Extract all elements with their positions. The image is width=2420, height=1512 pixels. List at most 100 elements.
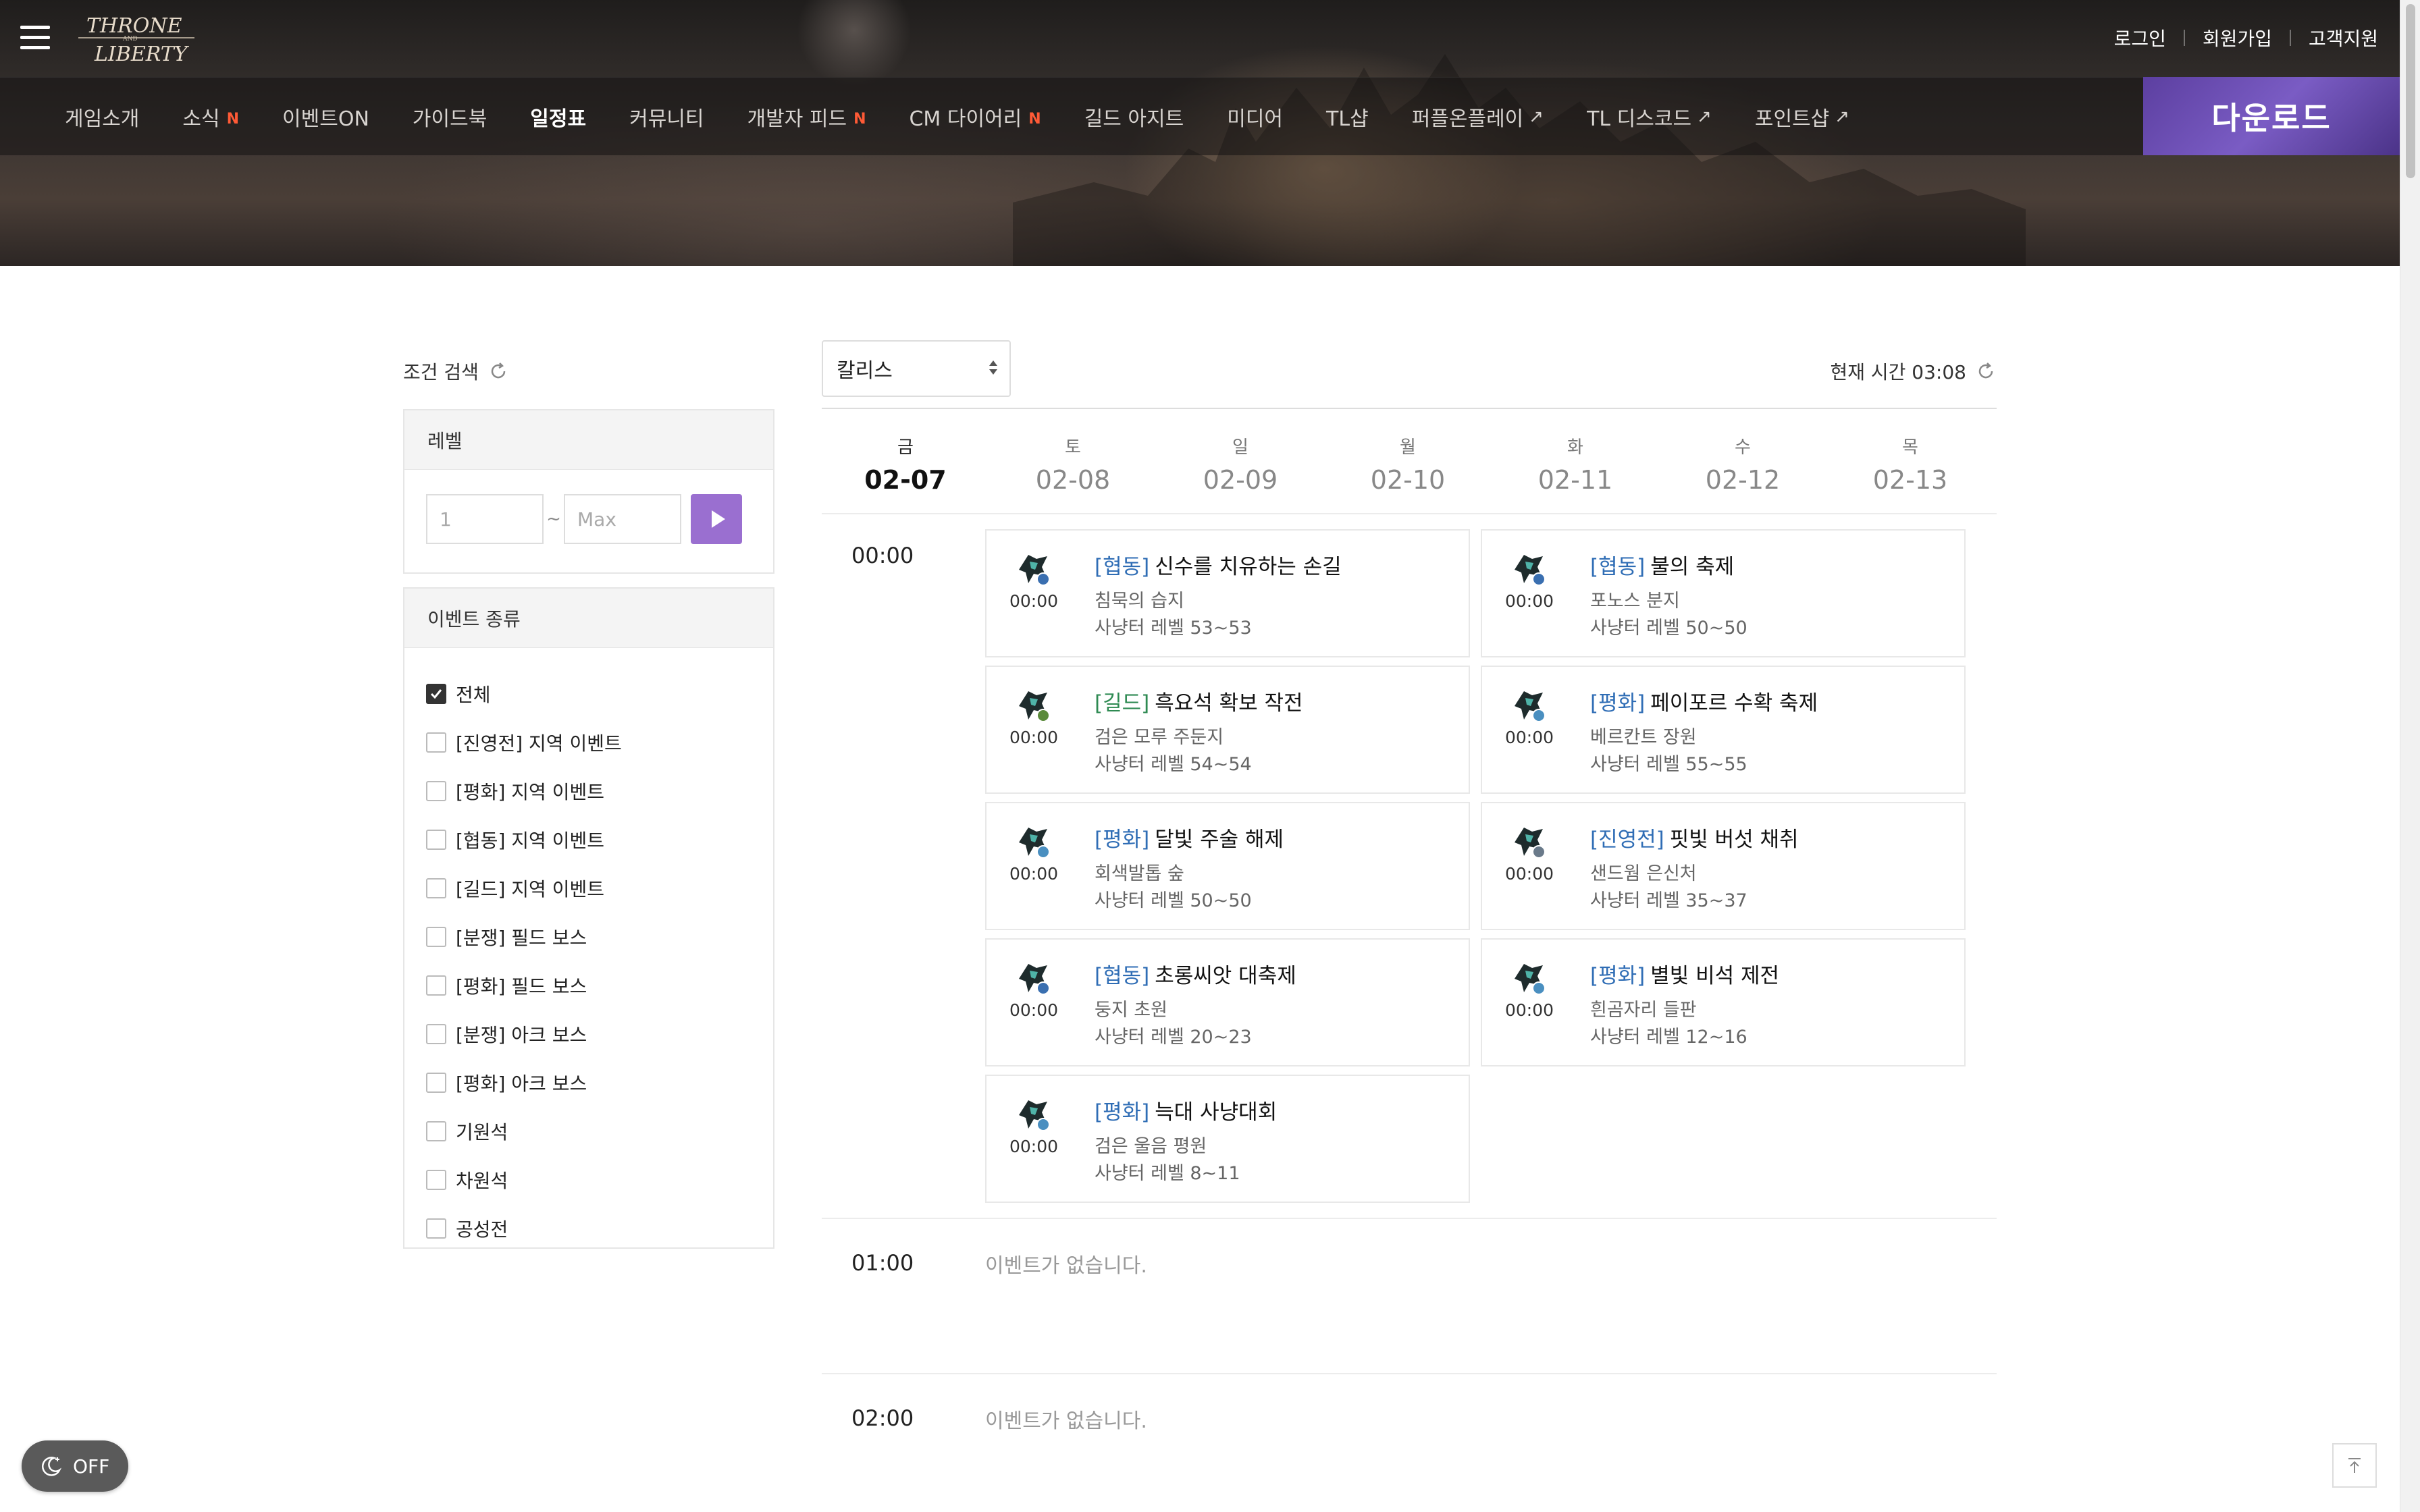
server-select[interactable]: 칼리스 [822, 340, 1011, 397]
scroll-to-top-button[interactable] [2332, 1443, 2377, 1488]
event-location: 검은 울음 평원 [1095, 1136, 1207, 1157]
nav-item-label: TL 디스코드 [1587, 107, 1692, 131]
event-card[interactable]: 00:00 [협동] 불의 축제 포노스 분지 사냥터 레벨 50~50 [1481, 529, 1966, 657]
login-link[interactable]: 로그인 [2114, 24, 2166, 51]
event-card[interactable]: 00:00 [평화] 늑대 사냥대회 검은 울음 평원 사냥터 레벨 8~11 [985, 1075, 1470, 1203]
level-max-input[interactable]: Max [564, 494, 681, 544]
event-title: [평화] 늑대 사냥대회 [1095, 1095, 1277, 1125]
event-type-checkbox-item[interactable]: [평화] 필드 보스 [426, 961, 622, 1010]
event-card[interactable]: 00:00 [길드] 흑요석 확보 작전 검은 모루 주둔지 사냥터 레벨 54~54 [985, 666, 1470, 794]
event-title: [협동] 불의 축제 [1590, 549, 1734, 580]
nav-item[interactable]: CM 다이어리 N [909, 102, 1041, 132]
filter-title: 조건 검색 [403, 358, 508, 385]
level-min-input[interactable]: 1 [426, 494, 544, 544]
nav-item[interactable]: 소식 N [182, 102, 239, 132]
event-card[interactable]: 00:00 [협동] 초롱씨앗 대축제 둥지 초원 사냥터 레벨 20~23 [985, 938, 1470, 1066]
event-level-range: 사냥터 레벨 20~23 [1095, 1027, 1252, 1048]
select-arrows-icon [989, 360, 997, 375]
download-button[interactable]: 다운로드 [2143, 77, 2400, 155]
event-type-checkbox-item[interactable]: [분쟁] 아크 보스 [426, 1010, 622, 1058]
time-refresh-icon[interactable] [1976, 361, 1996, 381]
day-tab[interactable]: 금 02-07 [822, 409, 989, 513]
event-card[interactable]: 00:00 [평화] 달빛 주술 해제 회색발톱 숲 사냥터 레벨 50~50 [985, 802, 1470, 930]
nav-item-label: 포인트샵 [1754, 107, 1830, 131]
event-card[interactable]: 00:00 [평화] 페이포르 수확 축제 베르칸트 장원 사냥터 레벨 55~55 [1481, 666, 1966, 794]
event-type-checkbox-item[interactable]: [진영전] 지역 이벤트 [426, 718, 622, 767]
event-type-checkbox-item[interactable]: [평화] 아크 보스 [426, 1058, 622, 1107]
day-tab[interactable]: 화 02-11 [1492, 409, 1659, 513]
day-of-week: 토 [1065, 437, 1081, 458]
checkbox-checked-icon[interactable] [426, 684, 446, 704]
event-title: [협동] 신수를 치유하는 손길 [1095, 549, 1342, 580]
event-type-label: [협동] 지역 이벤트 [456, 830, 604, 852]
arrow-up-icon [2348, 1458, 2361, 1473]
level-apply-button[interactable] [691, 494, 742, 544]
filter-reset-icon[interactable] [488, 361, 508, 381]
event-card[interactable]: 00:00 [평화] 별빛 비석 제전 흰곰자리 들판 사냥터 레벨 12~16 [1481, 938, 1966, 1066]
checkbox-icon[interactable] [426, 732, 446, 753]
page-scrollbar[interactable] [2400, 0, 2420, 1512]
event-type-checkbox-item[interactable]: [평화] 지역 이벤트 [426, 767, 622, 815]
event-type-label: [진영전] 지역 이벤트 [456, 732, 622, 755]
checkbox-icon[interactable] [426, 975, 446, 996]
event-type-checkbox-item[interactable]: [분쟁] 필드 보스 [426, 913, 622, 961]
event-card[interactable]: 00:00 [협동] 신수를 치유하는 손길 침묵의 습지 사냥터 레벨 53~53 [985, 529, 1470, 657]
nav-item[interactable]: 미디어 [1227, 102, 1283, 132]
event-type-label: [평화] 필드 보스 [456, 975, 587, 998]
nav-item[interactable]: 퍼플온플레이 ↗ [1412, 102, 1544, 132]
day-date: 02-08 [1035, 465, 1111, 495]
day-tab[interactable]: 월 02-10 [1324, 409, 1492, 513]
level-separator: ~ [546, 509, 561, 529]
nav-item[interactable]: 커뮤니티 [629, 102, 704, 132]
checkbox-icon[interactable] [426, 1073, 446, 1093]
event-type-checkbox-item[interactable]: 차원석 [426, 1156, 622, 1204]
checkbox-icon[interactable] [426, 1170, 446, 1190]
day-tab[interactable]: 목 02-13 [1826, 409, 1994, 513]
hamburger-menu-icon[interactable] [20, 26, 50, 50]
external-link-icon: ↗ [1835, 107, 1850, 127]
checkbox-icon[interactable] [426, 830, 446, 850]
event-type-icon [1515, 964, 1546, 995]
event-time: 00:00 [1009, 728, 1059, 747]
nav-item[interactable]: 포인트샵 ↗ [1755, 102, 1849, 132]
nav-item-label: 이벤트ON [282, 107, 369, 131]
checkbox-icon[interactable] [426, 927, 446, 947]
nav-item[interactable]: 이벤트ON [282, 102, 369, 132]
event-category-tag: [협동] [1095, 964, 1150, 988]
signup-link[interactable]: 회원가입 [2203, 24, 2272, 51]
support-link[interactable]: 고객지원 [2309, 24, 2378, 51]
day-tab[interactable]: 토 02-08 [989, 409, 1157, 513]
checkbox-icon[interactable] [426, 1121, 446, 1141]
nav-item[interactable]: 길드 아지트 [1084, 102, 1184, 132]
day-of-week: 일 [1232, 437, 1248, 458]
event-category-tag: [협동] [1590, 555, 1646, 579]
event-type-checkbox-item[interactable]: 전체 [426, 670, 622, 718]
event-type-checkbox-item[interactable]: [협동] 지역 이벤트 [426, 815, 622, 864]
checkbox-icon[interactable] [426, 878, 446, 898]
event-type-checkbox-item[interactable]: 기원석 [426, 1107, 622, 1156]
event-time: 00:00 [1504, 1000, 1554, 1020]
day-tab[interactable]: 수 02-12 [1659, 409, 1826, 513]
event-card[interactable]: 00:00 [진영전] 핏빛 버섯 채취 샌드웜 은신처 사냥터 레벨 35~37 [1481, 802, 1966, 930]
nav-item[interactable]: TL샵 [1326, 102, 1369, 132]
nav-item[interactable]: TL 디스코드 ↗ [1587, 102, 1712, 132]
checkbox-icon[interactable] [426, 1024, 446, 1044]
event-level-range: 사냥터 레벨 12~16 [1590, 1027, 1747, 1048]
nav-item[interactable]: 게임소개 [65, 102, 139, 132]
nav-item-label: 커뮤니티 [629, 107, 704, 131]
throne-and-liberty-logo[interactable]: THRONE AND LIBERTY [74, 7, 199, 68]
day-tab[interactable]: 일 02-09 [1157, 409, 1324, 513]
svg-text:AND: AND [122, 36, 138, 43]
event-type-checkbox-item[interactable]: 공성전 [426, 1204, 622, 1253]
nav-item[interactable]: 가이드북 [413, 102, 487, 132]
checkbox-icon[interactable] [426, 1218, 446, 1239]
day-tabs: 금 02-07 토 02-08 일 02-09 월 02-10 화 02-11 수 02-12 목 02-… [822, 408, 1997, 514]
nav-item[interactable]: 개발자 피드 N [747, 102, 866, 132]
dark-mode-toggle[interactable]: OFF [22, 1440, 128, 1492]
nav-item-label: CM 다이어리 [909, 107, 1022, 131]
event-type-checkbox-item[interactable]: [길드] 지역 이벤트 [426, 864, 622, 913]
nav-item[interactable]: 일정표 [530, 102, 586, 132]
checkbox-icon[interactable] [426, 781, 446, 801]
event-type-icon [1019, 964, 1050, 995]
scrollbar-thumb[interactable] [2406, 4, 2415, 178]
